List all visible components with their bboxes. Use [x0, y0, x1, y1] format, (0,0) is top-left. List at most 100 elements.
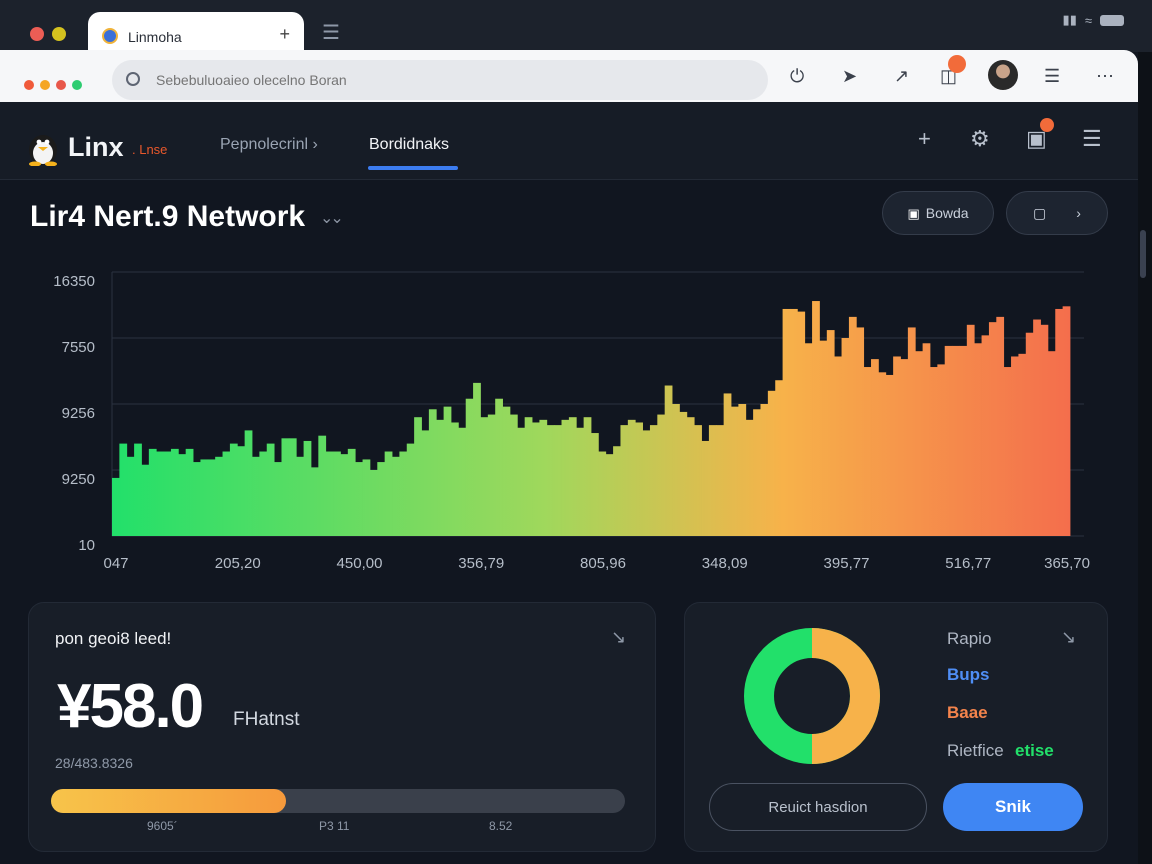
status-card: Rapio ↘ Bups Baae Rietfice etise Reuict … — [684, 602, 1108, 852]
chart-bar — [885, 374, 894, 536]
chart-bar — [266, 443, 275, 536]
y-tick-label: 10 — [78, 537, 95, 554]
chart-bar — [981, 335, 990, 536]
nav-item-profile[interactable]: Pepnolecrinl › — [220, 136, 318, 154]
extensions-dots[interactable] — [24, 80, 82, 90]
chart-bar — [738, 404, 747, 536]
close-window-button[interactable] — [30, 27, 44, 41]
chart-bar — [450, 422, 459, 536]
chart-bar — [576, 427, 585, 536]
address-bar[interactable] — [112, 60, 768, 100]
chart-bar — [296, 456, 304, 536]
chart-bar — [819, 340, 828, 536]
send-icon[interactable]: ➤ — [842, 66, 857, 87]
new-tab-icon[interactable]: + — [279, 24, 290, 45]
more-icon[interactable]: ⋯ — [1096, 66, 1114, 87]
x-tick-label: 450,00 — [337, 555, 383, 572]
x-tick-label: 356,79 — [458, 555, 504, 572]
stats-value: ¥58.0 — [57, 672, 204, 741]
chart-bar — [539, 419, 548, 536]
stats-card: pon geoi8 leed! ↘ ¥58.0 FHatnst 28/483.8… — [28, 602, 656, 852]
chart-bar — [568, 417, 577, 536]
chart-bar — [598, 451, 607, 536]
chart-bar — [193, 462, 201, 536]
chart-bar — [1047, 351, 1056, 536]
chart-bar — [760, 404, 769, 536]
extension-dot-icon — [56, 80, 66, 90]
settings-icon[interactable]: ⚙ — [970, 126, 990, 152]
legend-item: Baae — [947, 703, 988, 722]
menu-icon[interactable]: ☰ — [1044, 66, 1060, 87]
chart-bar — [649, 425, 658, 536]
chart-bar — [672, 404, 680, 536]
expand-arrow-icon[interactable]: ↘ — [1061, 627, 1076, 648]
bar-chart-svg: 16350 7550 9256 9250 10 047 205,20 450,00 356,7… — [53, 271, 1090, 572]
chart-bar — [252, 456, 260, 536]
chart-bar — [1062, 306, 1071, 536]
address-input[interactable] — [156, 70, 716, 90]
penguin-logo-icon — [29, 135, 57, 166]
chart-bar — [369, 470, 378, 536]
inbox-badge — [1040, 118, 1054, 132]
chart-bar — [487, 414, 496, 536]
share-icon[interactable]: ↗ — [894, 66, 909, 87]
chart-bar — [414, 417, 422, 536]
power-icon[interactable]: ⏻ — [790, 66, 804, 87]
hamburger-menu-icon[interactable]: ☰ — [1082, 126, 1102, 152]
chevron-right-icon: › — [1076, 204, 1081, 221]
minimize-window-button[interactable] — [52, 27, 66, 41]
chart-bar — [797, 311, 806, 536]
chart-bar — [686, 417, 695, 536]
avatar[interactable] — [988, 60, 1018, 90]
network-chart: 16350 7550 9256 9250 10 047 205,20 450,00 356,7… — [0, 250, 1138, 590]
chart-bar — [421, 430, 430, 536]
browse-button[interactable]: ▣ Bowda — [882, 191, 994, 235]
chart-bar — [340, 454, 349, 536]
chart-bar — [907, 327, 916, 536]
signal-icon: ▮▮ — [1062, 12, 1077, 27]
scrollbar-thumb[interactable] — [1140, 230, 1146, 278]
chart-bar — [436, 419, 445, 536]
chart-bar — [753, 409, 761, 536]
x-tick-label: 047 — [103, 555, 128, 572]
browse-icon: ▣ — [907, 205, 920, 221]
chart-bar — [1018, 353, 1027, 536]
nav-item-dashboards[interactable]: Bordidnaks — [369, 136, 449, 154]
primary-action-button[interactable]: Snik — [943, 783, 1083, 831]
chart-bar — [215, 456, 223, 536]
battery-icon — [1100, 14, 1124, 26]
chart-bar — [848, 316, 857, 536]
tab-list-icon[interactable]: ☰ — [322, 20, 340, 45]
secondary-action-button[interactable]: Reuict hasdion — [709, 783, 927, 831]
chart-bar — [443, 406, 452, 536]
chart-bar — [613, 446, 621, 536]
add-icon[interactable]: + — [918, 126, 931, 152]
x-tick-label: 205,20 — [215, 555, 261, 572]
x-tick-label: 365,70 — [1044, 555, 1090, 572]
chart-bar — [679, 411, 688, 536]
x-tick-label: 395,77 — [824, 555, 870, 572]
chart-bar — [355, 462, 363, 536]
chart-bar — [163, 451, 172, 536]
chart-bar — [347, 448, 356, 536]
chart-bar — [1055, 308, 1064, 536]
chart-bar — [532, 422, 540, 536]
pager-button[interactable]: ▢ › — [1006, 191, 1108, 235]
chart-bar — [546, 425, 555, 536]
chart-bar — [458, 427, 467, 536]
chart-bar — [657, 414, 666, 536]
chart-bar — [281, 438, 290, 536]
extension-dot-icon — [24, 80, 34, 90]
chart-bar — [716, 425, 725, 536]
page-title: Lir4 Nert.9 Network — [30, 200, 306, 233]
chart-bar — [333, 451, 341, 536]
legend-item: Bups — [947, 665, 990, 684]
chart-bar — [988, 322, 997, 536]
expand-arrow-icon[interactable]: ↘ — [611, 627, 626, 648]
chart-bar — [871, 359, 879, 536]
footer-value: etise — [1015, 741, 1054, 760]
chart-bar — [731, 406, 739, 536]
chart-bar — [900, 359, 909, 536]
stats-unit: FHatnst — [233, 709, 300, 730]
title-dropdown-icon[interactable]: ⌄⌄ — [320, 208, 344, 228]
